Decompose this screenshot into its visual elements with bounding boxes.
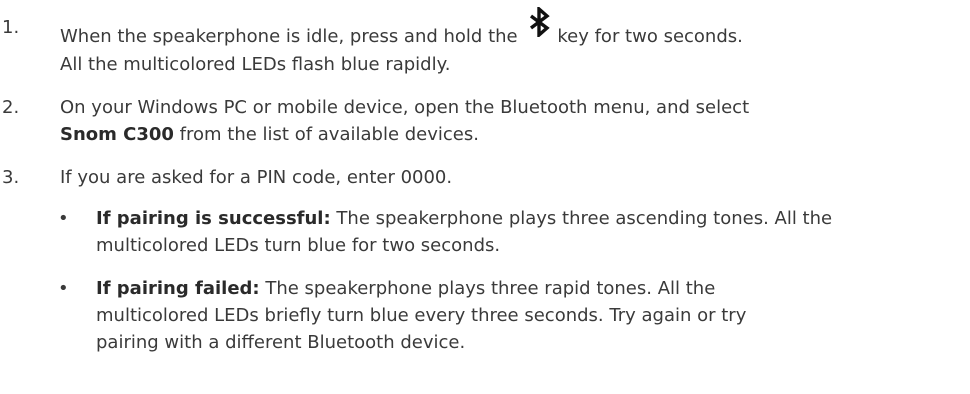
- bullet-2-line-2: multicolored LEDs briefly turn blue ever…: [96, 305, 747, 326]
- bullet-2-line-1: If pairing failed: The speakerphone play…: [96, 276, 715, 302]
- bullet-2-line-1-rest: The speakerphone plays three rapid tones…: [259, 278, 716, 299]
- step-2-number: 2.: [2, 97, 20, 118]
- bullet-1-line-1-rest: The speakerphone plays three ascending t…: [330, 208, 833, 229]
- step-2-line-2: Snom C300 from the list of available dev…: [60, 122, 479, 148]
- step-1-note: All the multicolored LEDs flash blue rap…: [60, 54, 451, 75]
- bullet-2-line-3: pairing with a different Bluetooth devic…: [96, 332, 466, 353]
- bullet-1-line-2: multicolored LEDs turn blue for two seco…: [96, 235, 501, 256]
- bullet-2-marker: •: [58, 278, 69, 299]
- instruction-document: 1. When the speakerphone is idle, press …: [0, 0, 970, 394]
- step-3-text: If you are asked for a PIN code, enter 0…: [60, 167, 453, 188]
- step-1-text: When the speakerphone is idle, press and…: [60, 5, 743, 50]
- step-1-text-before: When the speakerphone is idle, press and…: [60, 26, 518, 47]
- step-1-text-after: key for two seconds.: [557, 26, 743, 47]
- bullet-1-line-1: If pairing is successful: The speakerpho…: [96, 206, 832, 232]
- step-2-line-2-rest: from the list of available devices.: [173, 124, 479, 145]
- step-3-number: 3.: [2, 167, 20, 188]
- step-2-line-1: On your Windows PC or mobile device, ope…: [60, 97, 750, 118]
- bullet-2-label: If pairing failed:: [96, 278, 260, 299]
- step-1-number: 1.: [2, 17, 20, 38]
- bluetooth-icon: [527, 5, 553, 39]
- bullet-1-marker: •: [58, 208, 69, 229]
- product-name: Snom C300: [60, 124, 174, 145]
- bullet-1-label: If pairing is successful:: [96, 208, 331, 229]
